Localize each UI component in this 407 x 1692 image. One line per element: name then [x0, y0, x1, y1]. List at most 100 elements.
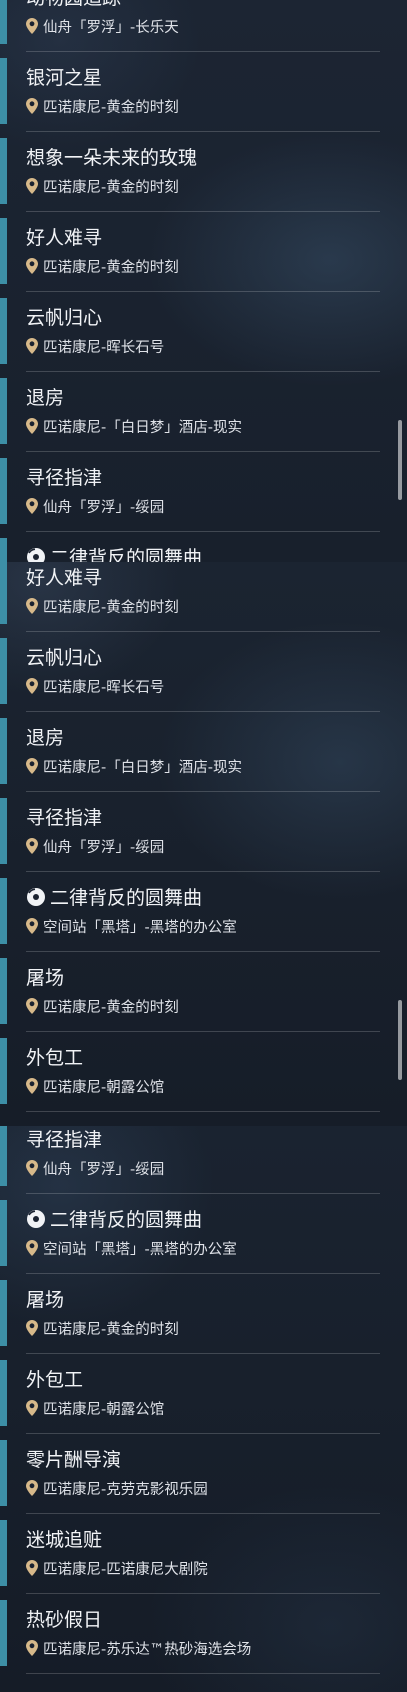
item-location-text: 仙舟「罗浮」-绥园 [43, 840, 165, 856]
location-pin-icon [26, 1078, 38, 1094]
disc-icon [27, 548, 45, 562]
item-location-text: 空间站「黑塔」-黑塔的办公室 [43, 920, 237, 936]
item-accent-bar [0, 1200, 7, 1266]
location-pin-icon [26, 1480, 38, 1496]
item-accent-bar [0, 1280, 7, 1346]
list-item[interactable]: 二律背反的圆舞曲 空间站「黑塔」-黑塔的办公室 [0, 872, 380, 952]
item-location: 匹诺康尼-黄金的时刻 [26, 998, 179, 1017]
item-accent-bar [0, 298, 7, 364]
item-location: 仙舟「罗浮」-绥园 [26, 498, 164, 517]
disc-icon [27, 888, 45, 906]
location-pin-icon [26, 918, 38, 934]
item-accent-bar [0, 798, 7, 864]
item-title: 屠场 [26, 1289, 65, 1311]
item-location: 匹诺康尼-黄金的时刻 [26, 1320, 179, 1339]
quest-list-panel-2: 好人难寻 匹诺康尼-黄金的时刻 云帆归心 匹诺康尼-晖长石号 退房 匹诺康尼-「… [0, 562, 407, 1126]
item-title: 好人难寻 [26, 567, 103, 589]
list-item[interactable]: 外包工 匹诺康尼-朝露公馆 [0, 1032, 380, 1112]
quest-list-panel-1: 动物园追踪 仙舟「罗浮」-长乐天 银河之星 匹诺康尼-黄金的时刻 想象一朵未来的… [0, 0, 407, 562]
scrollbar-thumb[interactable] [398, 420, 402, 500]
item-location: 匹诺康尼-黄金的时刻 [26, 98, 179, 117]
item-title: 寻径指津 [26, 467, 103, 489]
item-location-text: 匹诺康尼-苏乐达™热砂海选会场 [43, 1642, 252, 1658]
item-location: 匹诺康尼-克劳克影视乐园 [26, 1480, 208, 1499]
item-location: 空间站「黑塔」-黑塔的办公室 [26, 1240, 237, 1259]
item-title: 二律背反的圆舞曲 [26, 886, 202, 910]
list-item[interactable]: 云帆归心 匹诺康尼-晖长石号 [0, 632, 380, 712]
item-location: 匹诺康尼-匹诺康尼大剧院 [26, 1560, 208, 1579]
location-pin-icon [26, 98, 38, 114]
list-item[interactable]: 热砂假日 匹诺康尼-苏乐达™热砂海选会场 [0, 1594, 380, 1674]
location-pin-icon [26, 1240, 38, 1256]
location-pin-icon [26, 338, 38, 354]
item-location-text: 匹诺康尼-匹诺康尼大剧院 [43, 1562, 208, 1578]
item-location: 匹诺康尼-晖长石号 [26, 678, 164, 697]
item-accent-bar [0, 958, 7, 1024]
item-accent-bar [0, 1600, 7, 1666]
item-title: 迷城追赃 [26, 1529, 103, 1551]
list-item[interactable]: 想象一朵未来的玫瑰 匹诺康尼-黄金的时刻 [0, 132, 380, 212]
item-location: 仙舟「罗浮」-绥园 [26, 1160, 164, 1179]
list-item[interactable]: 屠场 匹诺康尼-黄金的时刻 [0, 1274, 380, 1354]
list-item[interactable]: 寻径指津 仙舟「罗浮」-绥园 [0, 792, 380, 872]
item-title: 屠场 [26, 967, 65, 989]
item-accent-bar [0, 458, 7, 524]
location-pin-icon [26, 758, 38, 774]
item-title: 外包工 [26, 1369, 84, 1391]
item-accent-bar [0, 1038, 7, 1104]
scrollbar-thumb[interactable] [398, 1000, 402, 1080]
item-title: 二律背反的圆舞曲 [26, 1208, 202, 1232]
item-accent-bar [0, 58, 7, 124]
list-item[interactable]: 零片酬导演 匹诺康尼-克劳克影视乐园 [0, 1434, 380, 1514]
list-item[interactable]: 银河之星 匹诺康尼-黄金的时刻 [0, 52, 380, 132]
item-location-text: 仙舟「罗浮」-绥园 [43, 1162, 165, 1178]
item-location: 匹诺康尼-「白日梦」酒店-现实 [26, 418, 242, 437]
location-pin-icon [26, 1640, 38, 1656]
list-item[interactable]: 外包工 匹诺康尼-朝露公馆 [0, 1354, 380, 1434]
list-item[interactable]: 好人难寻 匹诺康尼-黄金的时刻 [0, 562, 380, 632]
list-item[interactable]: 屠场 匹诺康尼-黄金的时刻 [0, 952, 380, 1032]
item-title: 寻径指津 [26, 807, 103, 829]
item-title: 外包工 [26, 1047, 84, 1069]
location-pin-icon [26, 838, 38, 854]
item-location-text: 匹诺康尼-黄金的时刻 [43, 180, 179, 196]
item-title-text: 二律背反的圆舞曲 [50, 1209, 203, 1231]
item-location-text: 匹诺康尼-黄金的时刻 [43, 1322, 179, 1338]
item-location-text: 匹诺康尼-克劳克影视乐园 [43, 1482, 208, 1498]
item-accent-bar [0, 378, 7, 444]
location-pin-icon [26, 1320, 38, 1336]
location-pin-icon [26, 498, 38, 514]
list-item[interactable]: 退房 匹诺康尼-「白日梦」酒店-现实 [0, 372, 380, 452]
location-pin-icon [26, 178, 38, 194]
list-item[interactable]: 二律背反的圆舞曲 [0, 532, 380, 562]
item-accent-bar [0, 718, 7, 784]
item-location-text: 匹诺康尼-「白日梦」酒店-现实 [43, 420, 242, 436]
item-accent-bar [0, 1440, 7, 1506]
item-accent-bar [0, 0, 7, 44]
item-location-text: 匹诺康尼-黄金的时刻 [43, 600, 179, 616]
location-pin-icon [26, 1560, 38, 1576]
list-item[interactable]: 退房 匹诺康尼-「白日梦」酒店-现实 [0, 712, 380, 792]
item-title: 云帆归心 [26, 647, 103, 669]
location-pin-icon [26, 1400, 38, 1416]
item-accent-bar [0, 878, 7, 944]
item-location: 匹诺康尼-朝露公馆 [26, 1400, 164, 1419]
list-item[interactable]: 好人难寻 匹诺康尼-黄金的时刻 [0, 212, 380, 292]
item-accent-bar [0, 638, 7, 704]
location-pin-icon [26, 1160, 38, 1176]
item-location: 仙舟「罗浮」-绥园 [26, 838, 164, 857]
list-item[interactable]: 二律背反的圆舞曲 空间站「黑塔」-黑塔的办公室 [0, 1194, 380, 1274]
list-item[interactable]: 寻径指津 仙舟「罗浮」-绥园 [0, 452, 380, 532]
list-item[interactable]: 寻径指津 仙舟「罗浮」-绥园 [0, 1126, 380, 1194]
list-item[interactable]: 动物园追踪 仙舟「罗浮」-长乐天 [0, 0, 380, 52]
item-location-text: 匹诺康尼-晖长石号 [43, 340, 165, 356]
item-location-text: 仙舟「罗浮」-绥园 [43, 500, 165, 516]
item-title: 想象一朵未来的玫瑰 [26, 147, 198, 169]
list-item[interactable]: 迷城追赃 匹诺康尼-匹诺康尼大剧院 [0, 1514, 380, 1594]
item-accent-bar [0, 138, 7, 204]
item-title: 云帆归心 [26, 307, 103, 329]
list-item[interactable]: 云帆归心 匹诺康尼-晖长石号 [0, 292, 380, 372]
item-location: 匹诺康尼-朝露公馆 [26, 1078, 164, 1097]
item-location: 匹诺康尼-苏乐达™热砂海选会场 [26, 1640, 251, 1659]
item-location-text: 匹诺康尼-「白日梦」酒店-现实 [43, 760, 242, 776]
